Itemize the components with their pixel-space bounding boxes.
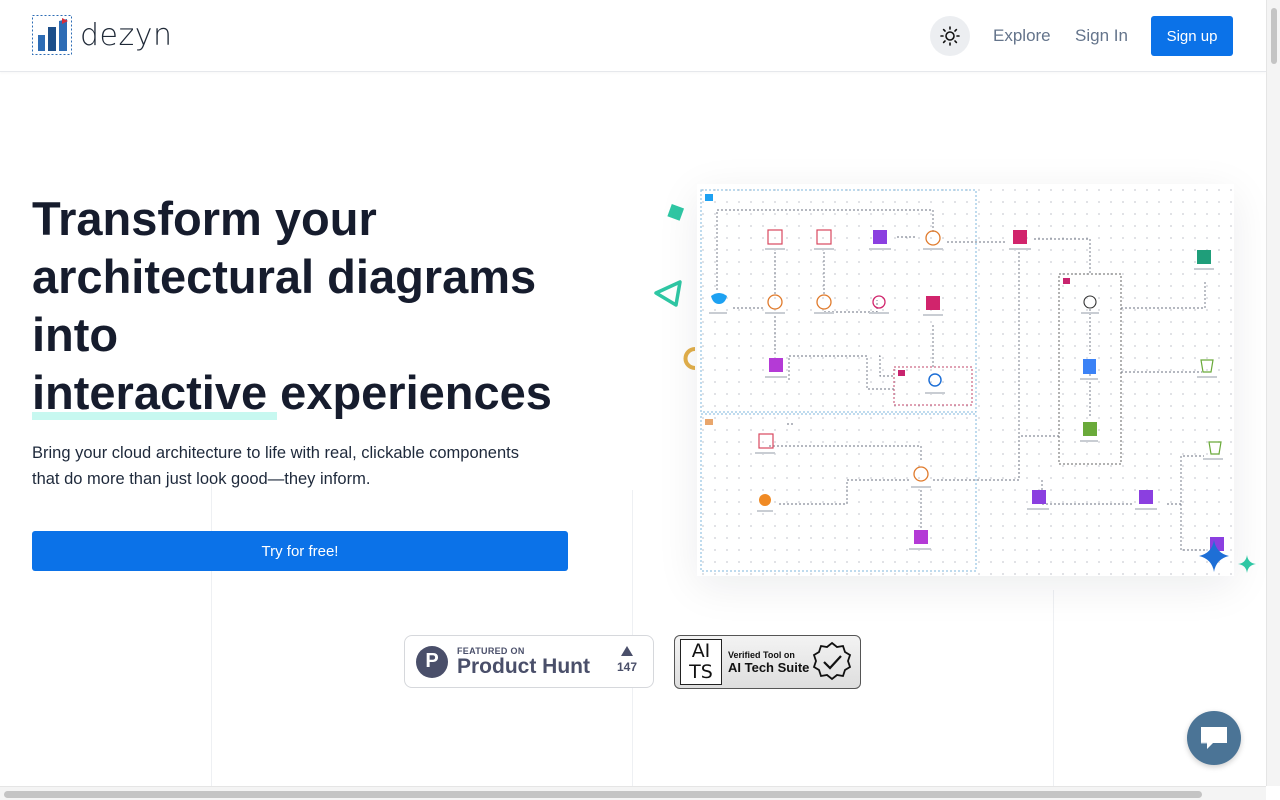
hero-title-line: Transform your bbox=[32, 192, 377, 245]
sparkle-icon bbox=[1199, 540, 1229, 572]
logo-text: dezyn bbox=[80, 17, 173, 53]
product-hunt-badge[interactable]: P FEATURED ON Product Hunt 147 bbox=[404, 635, 654, 688]
vertical-scrollbar-thumb[interactable] bbox=[1271, 8, 1277, 64]
diamond-shape-icon bbox=[667, 204, 685, 221]
ai-tech-suite-title: AI Tech Suite bbox=[728, 659, 810, 675]
try-for-free-button[interactable]: Try for free! bbox=[32, 531, 568, 571]
logo[interactable]: dezyn bbox=[32, 15, 173, 55]
sparkle-icon bbox=[1238, 555, 1256, 573]
hero-title: Transform your architectural diagrams in… bbox=[32, 190, 592, 422]
hero-title-rest: experiences bbox=[267, 366, 552, 419]
triangle-shape-icon bbox=[654, 280, 682, 307]
product-hunt-text: FEATURED ON Product Hunt bbox=[457, 646, 590, 678]
logo-mark-icon bbox=[32, 15, 72, 55]
guide-line bbox=[1053, 590, 1054, 786]
upvote-arrow-icon bbox=[620, 646, 633, 656]
nav-explore-link[interactable]: Explore bbox=[993, 26, 1051, 46]
vote-count: 147 bbox=[616, 660, 637, 674]
site-header: dezyn Explore Sign In Sign up bbox=[0, 0, 1266, 72]
ai-tech-suite-badge[interactable]: AI TS Verified Tool on AI Tech Suite bbox=[674, 635, 861, 689]
ai-tech-suite-text: Verified Tool on AI Tech Suite bbox=[728, 650, 809, 675]
hero-title-line: architectural diagrams bbox=[32, 250, 537, 303]
hero-subtitle-line: Bring your cloud architecture to life wi… bbox=[32, 444, 519, 462]
ai-box-top: AI bbox=[691, 640, 711, 662]
horizontal-scrollbar-thumb[interactable] bbox=[4, 791, 1202, 798]
product-hunt-votes: 147 bbox=[617, 646, 637, 674]
ai-box-bottom: TS bbox=[689, 661, 713, 683]
product-hunt-logo-icon: P bbox=[416, 645, 448, 678]
nav-sign-in-link[interactable]: Sign In bbox=[1075, 26, 1128, 46]
horizontal-scrollbar[interactable] bbox=[0, 786, 1266, 800]
sign-up-button[interactable]: Sign up bbox=[1151, 16, 1233, 56]
product-hunt-small: FEATURED ON bbox=[457, 645, 525, 656]
sun-icon bbox=[940, 26, 960, 46]
hero-subtitle: Bring your cloud architecture to life wi… bbox=[32, 440, 572, 492]
chat-button[interactable] bbox=[1187, 711, 1241, 765]
hero-title-line: interactive experiences bbox=[32, 364, 592, 422]
hero-title-line: into bbox=[32, 308, 119, 361]
hero-title-highlight: interactive bbox=[32, 364, 278, 422]
chat-bubble-icon bbox=[1201, 727, 1227, 749]
ai-tech-suite-logo-icon: AI TS bbox=[680, 639, 722, 685]
theme-toggle-button[interactable] bbox=[930, 16, 970, 56]
architecture-diagram-preview[interactable] bbox=[697, 184, 1234, 576]
verified-check-icon bbox=[813, 641, 852, 681]
hero-subtitle-line: that do more than just look good—they in… bbox=[32, 470, 371, 488]
product-hunt-title: Product Hunt bbox=[457, 654, 590, 678]
guide-line bbox=[211, 480, 212, 786]
ai-tech-suite-small: Verified Tool on bbox=[728, 649, 795, 660]
vertical-scrollbar[interactable] bbox=[1266, 0, 1280, 786]
